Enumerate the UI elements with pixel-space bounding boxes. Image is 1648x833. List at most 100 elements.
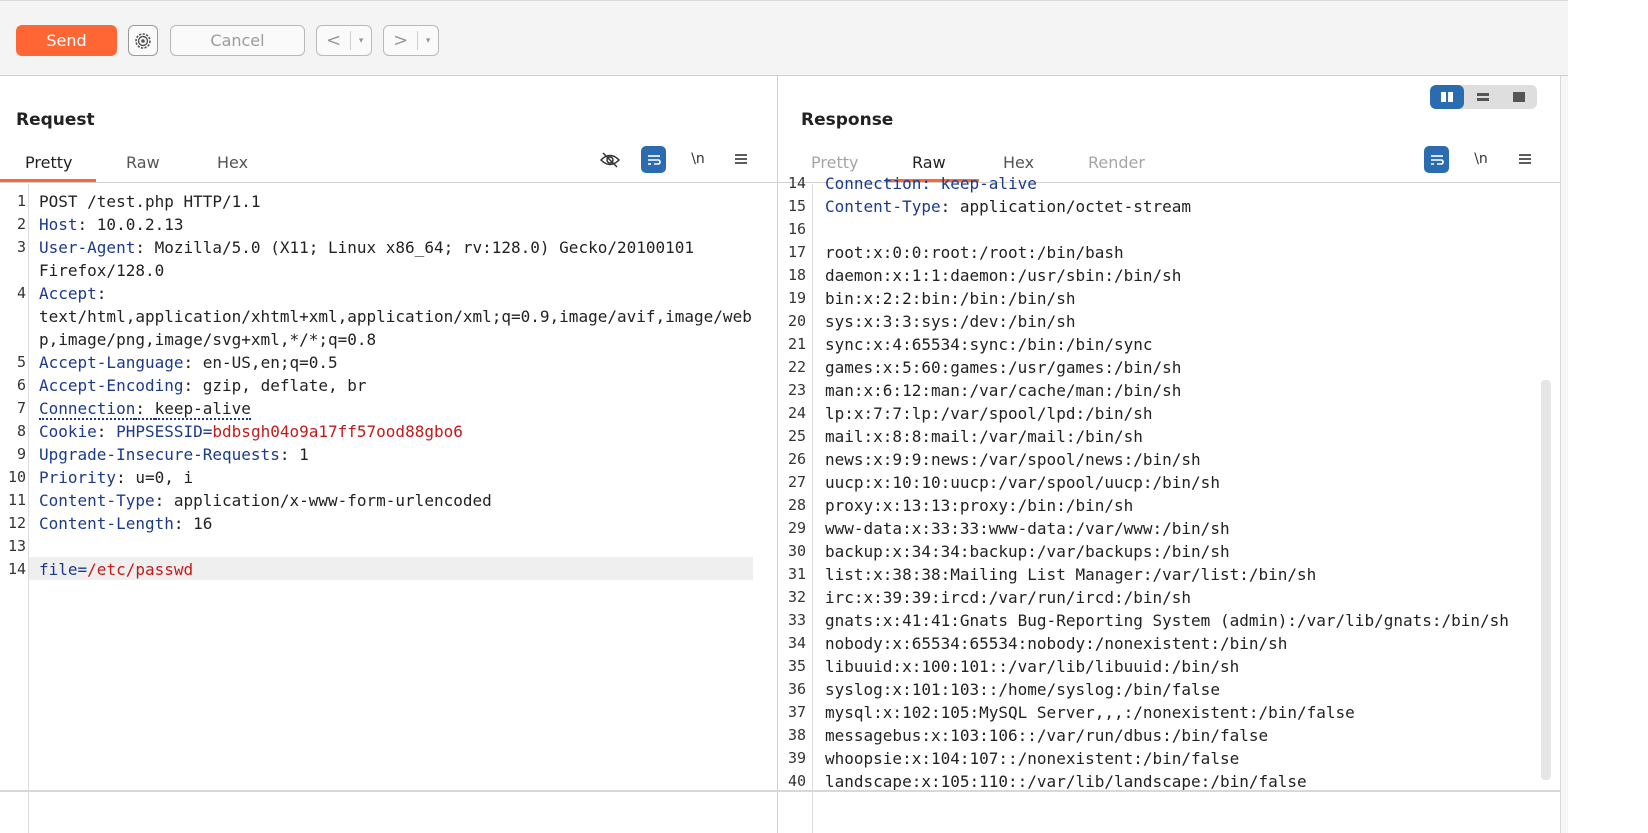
code-line: Accept: (39, 282, 106, 305)
horizontal-view-icon[interactable] (1466, 85, 1500, 109)
header-value: 1 (299, 445, 309, 464)
newline-icon[interactable]: \n (1469, 148, 1493, 170)
line-number: 6 (16, 376, 26, 394)
passwd-entry: landscape:x:105:110::/var/lib/landscape:… (825, 772, 1307, 791)
header-key: Accept-Language (39, 353, 184, 372)
code-line: nobody:x:65534:65534:nobody:/nonexistent… (825, 632, 1287, 655)
tab-hex[interactable]: Hex (217, 153, 248, 172)
line-number: 9 (16, 445, 26, 463)
line-number: 5 (16, 353, 26, 371)
header-sep: : (77, 215, 97, 234)
code-line: p,image/png,image/svg+xml,*/*;q=0.8 (39, 328, 376, 351)
passwd-entry: mysql:x:102:105:MySQL Server,,,:/nonexis… (825, 703, 1355, 722)
response-editor[interactable]: 14 Connection: keep-alive 15 Content-Type: … (778, 174, 1560, 833)
header-sep: : (116, 468, 136, 487)
header-key: Content-Type (825, 197, 941, 216)
scrollbar-thumb[interactable] (1541, 380, 1551, 780)
tab-raw[interactable]: Raw (126, 153, 160, 172)
code-line: sys:x:3:3:sys:/dev:/bin/sh (825, 310, 1075, 333)
back-button[interactable]: < ▾ (316, 25, 372, 56)
wrap-icon[interactable] (1424, 146, 1449, 173)
menu-icon[interactable] (1514, 148, 1536, 170)
code-line: User-Agent: Mozilla/5.0 (X11; Linux x86_… (39, 236, 694, 259)
settings-button[interactable] (128, 25, 158, 56)
line-number: 21 (787, 335, 806, 353)
header-sep: : (135, 238, 155, 257)
single-view-icon[interactable] (1502, 85, 1536, 109)
header-key: Content-Type (39, 491, 155, 510)
forward-arrow-icon: > (393, 30, 409, 51)
header-value: text/html,application/xhtml+xml,applicat… (39, 307, 752, 326)
wrap-icon[interactable] (641, 146, 666, 173)
line-number: 33 (787, 611, 806, 629)
line-number: 13 (7, 537, 26, 555)
header-value: gzip, deflate, br (202, 376, 367, 395)
code-line: www-data:x:33:33:www-data:/var/www:/bin/… (825, 517, 1230, 540)
line-number: 28 (787, 496, 806, 514)
header-key: User-Agent (39, 238, 136, 257)
header-value: 10.0.2.13 (96, 215, 184, 234)
passwd-entry: irc:x:39:39:ircd:/var/run/ircd:/bin/sh (825, 588, 1192, 607)
response-title: Response (801, 110, 894, 130)
line-number: 22 (787, 358, 806, 376)
line-number (0, 305, 26, 328)
eye-slash-icon[interactable] (598, 148, 622, 172)
line-number: 23 (787, 381, 806, 399)
layout-toggle (1430, 85, 1537, 109)
code-line: Host: 10.0.2.13 (39, 213, 184, 236)
line-number: 4 (16, 284, 26, 302)
chevron-down-icon[interactable]: ▾ (350, 31, 371, 50)
cookie-equals: = (202, 422, 213, 441)
passwd-entry: proxy:x:13:13:proxy:/bin:/bin/sh (825, 496, 1134, 515)
line-number: 30 (787, 542, 806, 560)
passwd-entry: sync:x:4:65534:sync:/bin:/bin/sync (825, 335, 1153, 354)
line-number: 36 (787, 680, 806, 698)
code-line: Connection: keep-alive (39, 397, 251, 420)
request-title: Request (16, 110, 95, 130)
code-line: syslog:x:101:103::/home/syslog:/bin/fals… (825, 678, 1220, 701)
tab-pretty[interactable]: Pretty (811, 153, 858, 172)
header-value: en-US,en;q=0.5 (202, 353, 338, 372)
tab-pretty[interactable]: Pretty (25, 153, 72, 172)
forward-button[interactable]: > ▾ (383, 25, 439, 56)
menu-icon[interactable] (730, 148, 752, 170)
body-param-key: file (39, 560, 78, 579)
header-value: keep-alive (154, 399, 251, 420)
code-line: text/html,application/xhtml+xml,applicat… (39, 305, 752, 328)
passwd-entry: mail:x:8:8:mail:/var/mail:/bin/sh (825, 427, 1143, 446)
request-editor[interactable]: 1 POST /test.php HTTP/1.1 2 Host: 10.0.2.13… (0, 184, 777, 833)
back-arrow-icon: < (326, 30, 342, 51)
split-view-icon[interactable] (1430, 85, 1464, 109)
header-sep: : (135, 399, 155, 420)
newline-icon[interactable]: \n (686, 148, 710, 170)
right-margin (1568, 0, 1648, 833)
header-sep: : (96, 422, 117, 441)
code-line: daemon:x:1:1:daemon:/usr/sbin:/bin/sh (825, 264, 1181, 287)
send-button[interactable]: Send (16, 25, 117, 56)
request-pane: Request Pretty Raw Hex \n 1 POST /test.ph… (0, 76, 778, 833)
passwd-entry: gnats:x:41:41:Gnats Bug-Reporting System… (825, 611, 1509, 630)
code-line: Accept-Language: en-US,en;q=0.5 (39, 351, 338, 374)
code-line: backup:x:34:34:backup:/var/backups:/bin/… (825, 540, 1230, 563)
code-line: file=/etc/passwd (39, 558, 193, 581)
line-number: 38 (787, 726, 806, 744)
header-sep: : (279, 445, 300, 464)
code-line: root:x:0:0:root:/root:/bin/bash (825, 241, 1124, 264)
code-line: games:x:5:60:games:/usr/games:/bin/sh (825, 356, 1181, 379)
line-number: 8 (16, 422, 26, 440)
line-number: 10 (7, 468, 26, 486)
header-value: u=0, i (135, 468, 194, 487)
tab-hex[interactable]: Hex (1003, 153, 1034, 172)
line-number: 3 (16, 238, 26, 256)
tab-raw[interactable]: Raw (912, 153, 946, 172)
code-line: Content-Type: application/octet-stream (825, 195, 1191, 218)
line-number: 20 (787, 312, 806, 330)
tab-render[interactable]: Render (1088, 153, 1145, 172)
cancel-button[interactable]: Cancel (170, 25, 305, 56)
body-param-equals: = (77, 560, 88, 579)
code-line: messagebus:x:103:106::/var/run/dbus:/bin… (825, 724, 1268, 747)
code-line: whoopsie:x:104:107::/nonexistent:/bin/fa… (825, 747, 1239, 770)
chevron-down-icon[interactable]: ▾ (417, 31, 438, 50)
header-value: POST /test.php HTTP/1.1 (39, 192, 261, 211)
passwd-entry: backup:x:34:34:backup:/var/backups:/bin/… (825, 542, 1230, 561)
